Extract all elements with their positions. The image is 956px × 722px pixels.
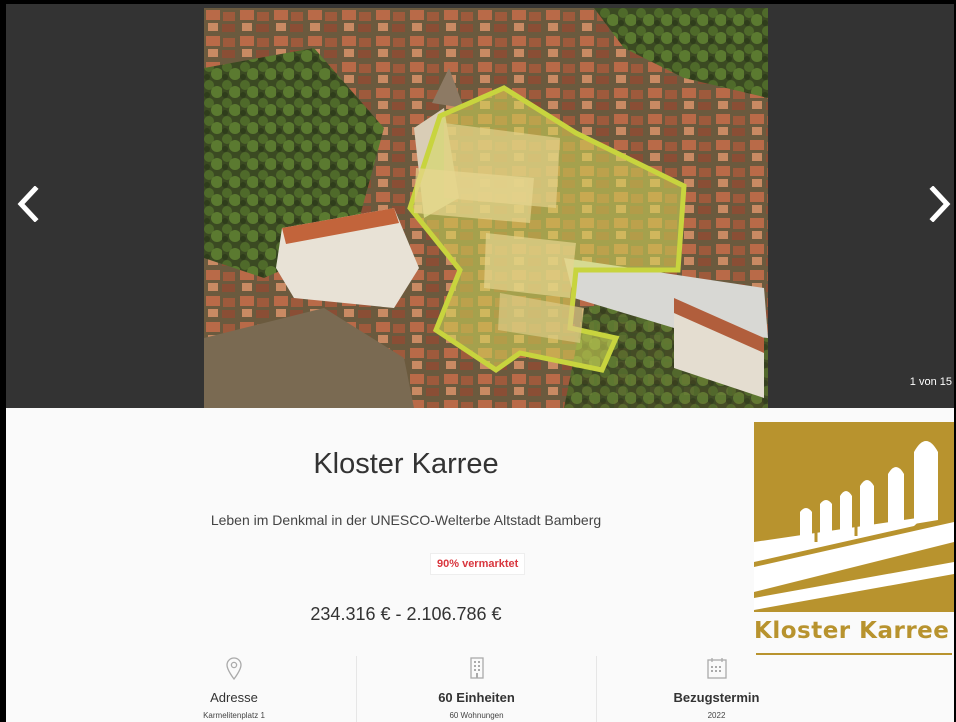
logo-graphic (754, 422, 954, 612)
location-pin-icon (226, 657, 242, 680)
logo-text: Kloster Karree (754, 618, 950, 644)
page-title: Kloster Karree (313, 448, 499, 480)
aerial-photo (204, 8, 768, 408)
building-icon (469, 657, 484, 679)
feature-move-in: Bezugstermin 2022 (596, 656, 836, 722)
previous-image-button[interactable] (8, 176, 48, 232)
feature-value: 60 Wohnungen (449, 711, 504, 720)
status-badge: 90% vermarktet (430, 553, 526, 575)
calendar-icon (706, 658, 727, 679)
feature-label: Bezugstermin (673, 690, 760, 705)
page: 1 von 15 Kloster Karree Leben im Denkmal… (6, 4, 954, 722)
feature-value: Karmelitenplatz 1 (203, 711, 265, 720)
aerial-photo-illustration (204, 8, 768, 408)
feature-label: 60 Einheiten (438, 690, 515, 705)
project-subtitle: Leben im Denkmal in der UNESCO-Welterbe … (210, 512, 602, 528)
feature-label: Adresse (210, 690, 258, 705)
feature-address: Adresse Karmelitenplatz 1 (114, 656, 354, 722)
chevron-left-icon (17, 186, 39, 222)
feature-units: 60 Einheiten 60 Wohnungen (356, 656, 596, 722)
image-gallery: 1 von 15 (6, 4, 954, 408)
image-counter: 1 von 15 (909, 376, 952, 388)
chevron-right-icon (929, 186, 951, 222)
price-range: 234.316 € - 2.106.786 € (310, 604, 502, 624)
logo-underline (756, 653, 952, 655)
project-logo: Kloster Karree (754, 422, 954, 655)
next-image-button[interactable] (920, 176, 954, 232)
feature-value: 2022 (707, 711, 726, 720)
project-info: Kloster Karree Leben im Denkmal in der U… (6, 408, 954, 722)
